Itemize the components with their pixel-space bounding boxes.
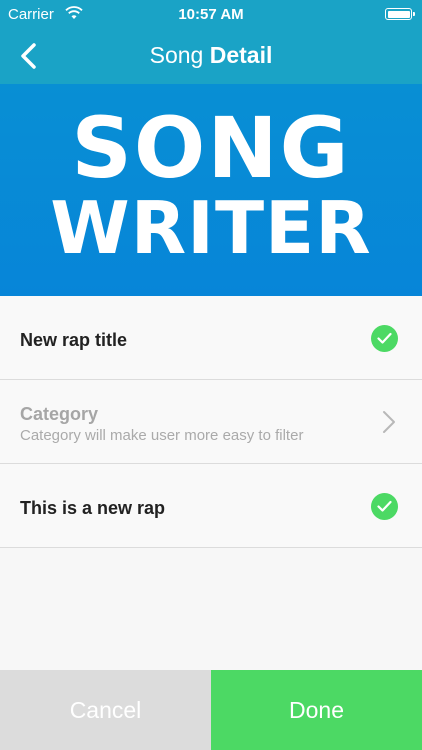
page-title-song: Song [149,42,204,68]
song-title-label: New rap title [20,330,128,350]
top-bar: Carrier 10:57 AM Song Detail [0,0,422,84]
category-title: Category [20,404,99,424]
battery-icon [385,8,415,20]
page-title-detail: Detail [209,42,273,68]
check-circle-icon [371,325,398,352]
check-circle-icon [371,493,398,520]
done-button[interactable]: Done [211,670,422,750]
song-title-row[interactable]: New rap title [0,296,422,380]
navigation-bar: Song Detail [0,28,422,84]
cancel-button[interactable]: Cancel [0,670,211,750]
app-logo-banner: SONG WRITER [0,84,422,296]
logo-line-song: SONG [71,99,351,197]
lyrics-row[interactable]: This is a new rap [0,464,422,548]
status-time: 10:57 AM [178,6,244,23]
lyrics-label: This is a new rap [20,498,166,518]
chevron-right-icon [383,411,395,433]
status-bar: Carrier 10:57 AM [0,0,422,28]
category-row[interactable]: Category Category will make user more ea… [0,380,422,464]
song-detail-list: New rap title Category Category will mak… [0,296,422,548]
song-detail-screen: Carrier 10:57 AM Song Detail SONG WRITER… [0,0,422,750]
category-subtitle: Category will make user more easy to fil… [20,427,304,444]
logo-line-writer: WRITER [50,186,372,270]
page-title: Song Detail [0,42,422,69]
